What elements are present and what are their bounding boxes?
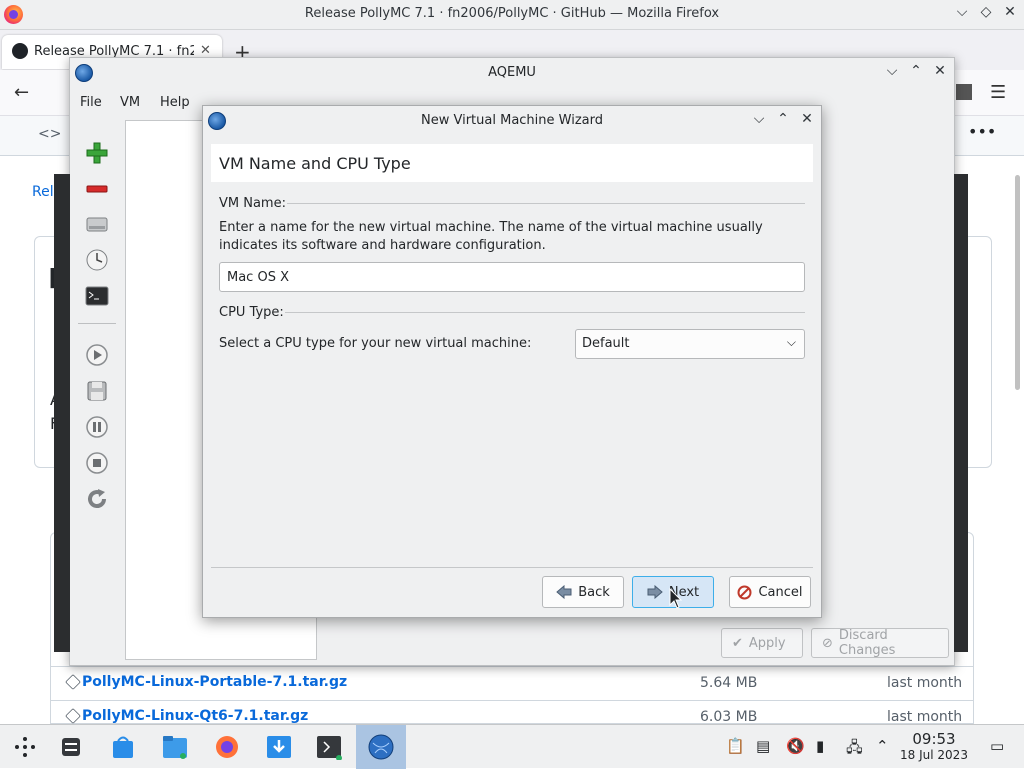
delete-vm-icon[interactable] — [84, 176, 110, 202]
close-icon[interactable]: ✕ — [797, 111, 817, 127]
clock-icon[interactable] — [84, 247, 110, 273]
checkmark-icon: ✔ — [732, 635, 743, 651]
asset-date: last month — [887, 709, 963, 725]
save-state-icon[interactable] — [84, 378, 110, 404]
tray-expand-icon[interactable]: ⌃ — [876, 737, 889, 755]
clock-date[interactable]: 18 Jul 2023 — [896, 748, 972, 762]
cpu-type-select[interactable]: Default ⌵ — [575, 329, 805, 359]
back-arrow-icon — [556, 585, 572, 599]
wizard-titlebar: New Virtual Machine Wizard ⌵ ⌃ ✕ — [203, 106, 821, 136]
cancel-button[interactable]: Cancel — [729, 576, 811, 608]
apply-label: Apply — [748, 635, 786, 651]
section-divider — [285, 312, 805, 313]
stop-icon[interactable] — [84, 450, 110, 476]
menu-file[interactable]: File — [80, 95, 102, 110]
cancel-circle-icon: ⊘ — [822, 635, 833, 651]
terminal-icon[interactable] — [84, 283, 110, 309]
menu-help[interactable]: Help — [160, 95, 190, 110]
clipboard-icon[interactable]: 📋 — [726, 737, 745, 755]
cancel-icon — [737, 585, 752, 599]
apply-button[interactable]: ✔ Apply — [721, 628, 803, 658]
code-icon[interactable]: <> — [38, 126, 61, 142]
tab-close-icon[interactable]: ✕ — [200, 43, 211, 58]
terminal-strip — [54, 174, 70, 652]
cancel-label: Cancel — [758, 584, 803, 600]
firefox-taskbar-icon[interactable] — [202, 725, 252, 769]
maximize-icon[interactable]: ⌃ — [906, 63, 926, 79]
asset-size: 6.03 MB — [700, 709, 758, 725]
discard-label: Discard Changes — [838, 628, 896, 658]
page-scrollbar[interactable] — [1015, 175, 1020, 390]
aqemu-toolbar — [74, 122, 118, 522]
vm-name-input[interactable] — [219, 262, 805, 292]
back-label: Back — [578, 584, 610, 600]
taskbar: 📋 ▤ 🔇 ▮ 🖧 ⌃ 09:53 18 Jul 2023 ▭ — [0, 724, 1024, 769]
wizard-page-header: VM Name and CPU Type — [211, 144, 813, 182]
close-icon[interactable]: ✕ — [1000, 4, 1020, 20]
file-manager-icon[interactable] — [150, 725, 200, 769]
close-icon[interactable]: ✕ — [930, 63, 950, 79]
play-icon[interactable] — [84, 342, 110, 368]
menu-vm[interactable]: VM — [120, 95, 140, 110]
show-desktop-icon[interactable]: ▭ — [990, 737, 1004, 755]
settings-sliders-icon[interactable] — [46, 725, 96, 769]
cpu-type-value: Default — [582, 336, 630, 351]
asset-name[interactable]: PollyMC-Linux-Qt6-7.1.tar.gz — [82, 708, 308, 724]
volume-muted-icon[interactable]: 🔇 — [786, 737, 805, 755]
hamburger-menu-icon[interactable]: ☰ — [990, 82, 1006, 103]
extension-icon[interactable] — [956, 84, 972, 100]
battery-icon[interactable]: ▮ — [816, 737, 824, 755]
clock-time[interactable]: 09:53 — [904, 730, 964, 748]
section-divider — [287, 203, 805, 204]
toolbar-separator — [78, 323, 116, 324]
network-icon[interactable]: 🖧 — [846, 737, 863, 762]
back-arrow-icon[interactable]: ← — [14, 82, 29, 103]
notes-icon[interactable]: ▤ — [756, 737, 770, 755]
more-options-icon[interactable]: ••• — [968, 122, 996, 141]
reset-icon[interactable] — [84, 486, 110, 512]
app-launcher-icon[interactable] — [0, 725, 50, 769]
cpu-type-label: Select a CPU type for your new virtual m… — [219, 336, 532, 351]
pause-icon[interactable] — [84, 414, 110, 440]
asset-size: 5.64 MB — [700, 675, 758, 691]
firefox-window-title: Release PollyMC 7.1 · fn2006/PollyMC · G… — [304, 6, 720, 21]
chevron-down-icon: ⌵ — [786, 335, 796, 349]
terminal-taskbar-icon[interactable] — [304, 725, 354, 769]
asset-date: last month — [887, 675, 963, 691]
downloads-icon[interactable] — [254, 725, 304, 769]
maximize-icon[interactable]: ◇ — [976, 4, 996, 20]
asset-row[interactable]: PollyMC-Linux-Portable-7.1.tar.gz 5.64 M… — [50, 666, 974, 700]
cpu-type-section-label: CPU Type: — [219, 305, 284, 320]
terminal-strip-right — [954, 174, 968, 652]
aqemu-title: AQEMU — [488, 65, 536, 80]
wizard-title: New Virtual Machine Wizard — [421, 113, 603, 128]
github-icon — [12, 43, 28, 59]
discover-store-icon[interactable] — [98, 725, 148, 769]
add-vm-icon[interactable] — [84, 140, 110, 166]
new-vm-wizard-dialog: New Virtual Machine Wizard ⌵ ⌃ ✕ VM Name… — [202, 105, 822, 618]
hard-disk-icon[interactable] — [84, 211, 110, 237]
minimize-icon[interactable]: ⌵ — [952, 4, 972, 20]
discard-changes-button[interactable]: ⊘ Discard Changes — [811, 628, 949, 658]
mouse-cursor-icon — [669, 588, 683, 609]
next-arrow-icon — [647, 585, 663, 599]
package-icon — [65, 674, 81, 690]
package-icon — [65, 708, 81, 724]
wizard-page-title: VM Name and CPU Type — [219, 154, 411, 173]
maximize-icon[interactable]: ⌃ — [773, 111, 793, 127]
vm-name-description: Enter a name for the new virtual machine… — [219, 220, 763, 253]
asset-name[interactable]: PollyMC-Linux-Portable-7.1.tar.gz — [82, 674, 347, 690]
back-button[interactable]: Back — [542, 576, 624, 608]
wizard-button-separator — [211, 567, 813, 568]
firefox-titlebar: Release PollyMC 7.1 · fn2006/PollyMC · G… — [0, 0, 1024, 30]
aqemu-taskbar-icon[interactable] — [356, 725, 406, 769]
minimize-icon[interactable]: ⌵ — [749, 111, 769, 127]
vm-name-section-label: VM Name: — [219, 196, 286, 211]
aqemu-titlebar: AQEMU ⌵ ⌃ ✕ — [70, 58, 954, 88]
minimize-icon[interactable]: ⌵ — [882, 63, 902, 79]
